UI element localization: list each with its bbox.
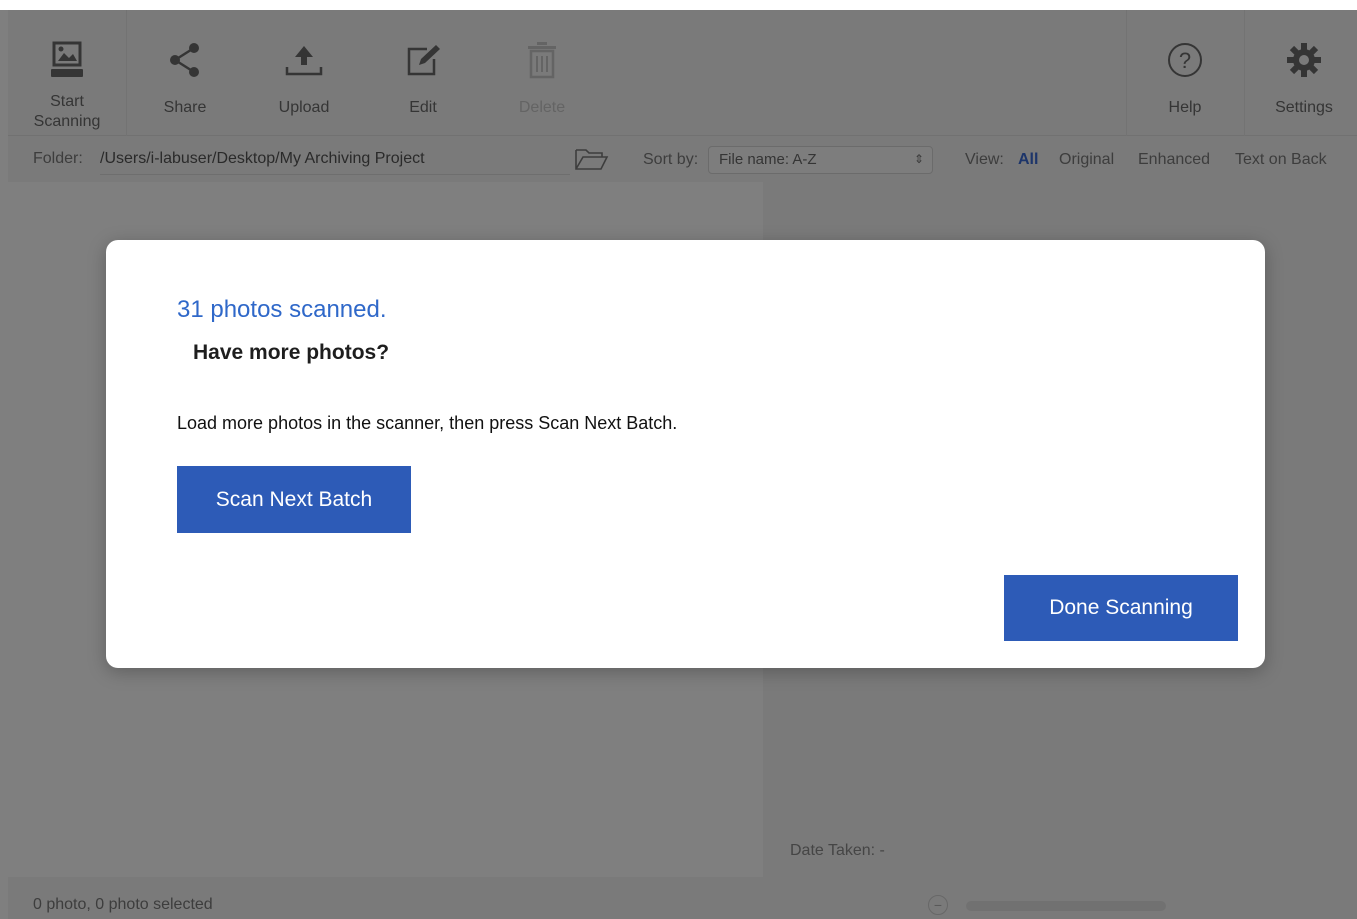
scan-next-batch-button[interactable]: Scan Next Batch — [177, 466, 411, 533]
dialog-instruction: Load more photos in the scanner, then pr… — [177, 413, 678, 433]
done-scanning-button[interactable]: Done Scanning — [1004, 575, 1238, 641]
photos-scanned-count: 31 photos scanned. — [177, 296, 387, 323]
window-top-edge — [0, 0, 1357, 10]
more-photos-question: Have more photos? — [193, 341, 390, 364]
scan-complete-dialog: 31 photos scanned. Have more photos? Loa… — [106, 240, 1265, 668]
